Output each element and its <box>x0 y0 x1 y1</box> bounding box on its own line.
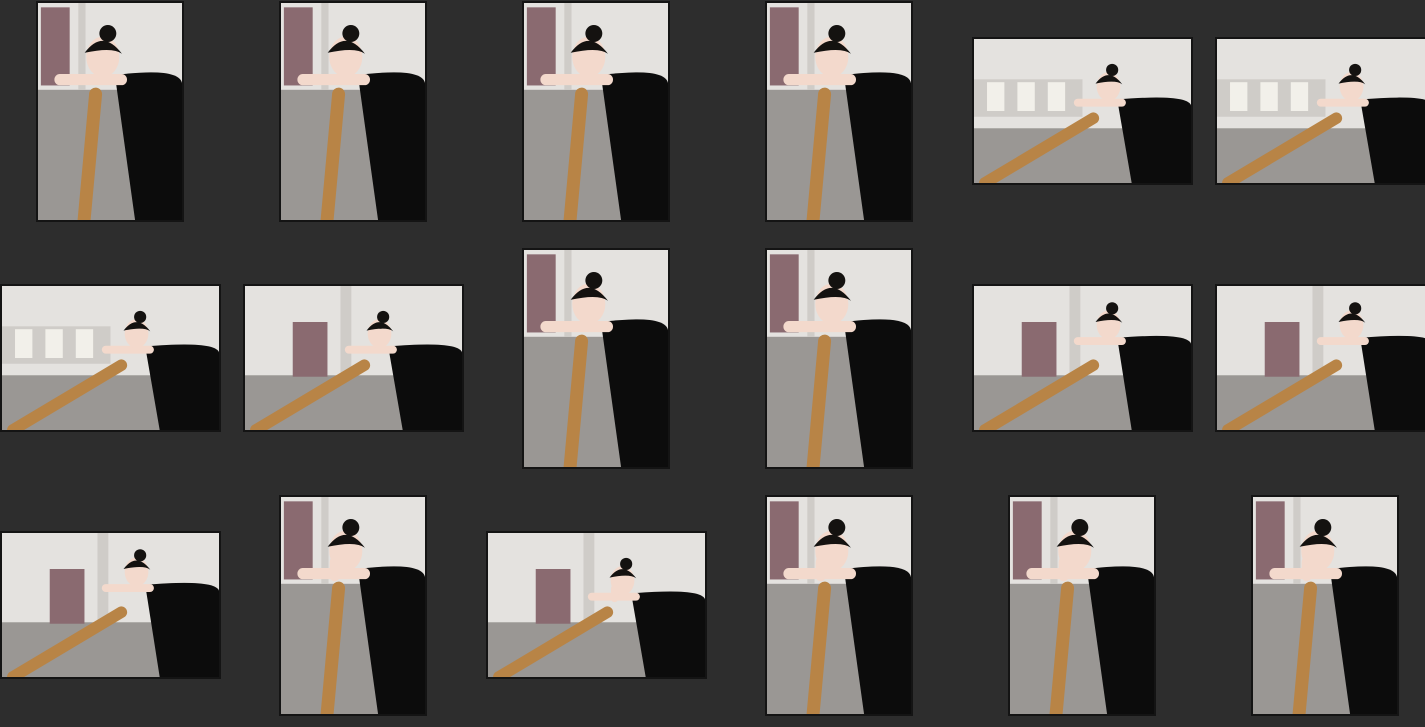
studio-door <box>769 501 799 580</box>
photo-thumbnail[interactable] <box>1215 284 1425 432</box>
studio-door <box>40 7 70 86</box>
photo-thumbnail[interactable] <box>36 1 184 222</box>
photo-image <box>1217 39 1425 183</box>
studio-door <box>769 7 799 86</box>
studio-window <box>987 82 1005 111</box>
studio-door <box>292 322 328 377</box>
studio-pillar <box>1069 286 1081 376</box>
photo-thumbnail[interactable] <box>765 248 913 469</box>
hair-bun <box>1314 519 1332 537</box>
photo-image <box>767 3 911 220</box>
studio-window <box>1260 82 1278 111</box>
photo-thumbnail[interactable] <box>486 531 707 679</box>
hair-bun <box>828 519 846 537</box>
photo-image <box>1217 286 1425 430</box>
studio-door <box>535 569 571 624</box>
photo-image <box>767 497 911 714</box>
photo-thumbnail[interactable] <box>1008 495 1156 716</box>
photo-thumbnail[interactable] <box>243 284 464 432</box>
folded-arms <box>297 74 370 86</box>
photo-image <box>524 250 668 467</box>
studio-window <box>1290 82 1309 111</box>
folded-arms <box>344 345 397 354</box>
studio-window <box>1017 82 1035 111</box>
photo-image <box>974 286 1191 430</box>
folded-arms <box>540 321 613 333</box>
studio-door <box>1021 322 1057 377</box>
photo-image <box>38 3 182 220</box>
photo-thumbnail[interactable] <box>1251 495 1399 716</box>
studio-pillar <box>1312 286 1324 376</box>
studio-door <box>1255 501 1285 580</box>
folded-arms <box>540 74 613 86</box>
folded-arms <box>101 345 154 354</box>
photo-thumbnail[interactable] <box>972 37 1193 185</box>
hair-bun <box>828 25 846 43</box>
folded-arms <box>783 74 856 86</box>
photo-thumbnail[interactable] <box>522 248 670 469</box>
photo-image <box>767 250 911 467</box>
photo-image <box>524 3 668 220</box>
photo-thumbnail[interactable] <box>0 531 221 679</box>
photo-image <box>1010 497 1154 714</box>
studio-door <box>49 569 85 624</box>
photo-thumbnail[interactable] <box>0 284 221 432</box>
hair-bun <box>1071 519 1089 537</box>
studio-window <box>15 329 33 358</box>
photo-image <box>281 497 425 714</box>
photo-thumbnail[interactable] <box>279 495 427 716</box>
hair-bun <box>1349 63 1362 77</box>
studio-pillar <box>340 286 352 376</box>
hair-bun <box>585 25 603 43</box>
hair-bun <box>134 549 147 562</box>
studio-door <box>526 7 556 86</box>
hair-bun <box>585 272 603 290</box>
hair-bun <box>1106 63 1119 77</box>
photo-thumbnail[interactable] <box>972 284 1193 432</box>
folded-arms <box>101 584 154 593</box>
photo-image <box>2 533 219 677</box>
photo-thumbnail[interactable] <box>765 495 913 716</box>
studio-door <box>526 254 556 333</box>
photo-image <box>2 286 219 430</box>
photo-image <box>974 39 1191 183</box>
hair-bun <box>1106 302 1119 315</box>
studio-window <box>45 329 63 358</box>
photo-image <box>488 533 705 677</box>
folded-arms <box>1073 98 1126 107</box>
folded-arms <box>783 321 856 333</box>
folded-arms <box>1316 98 1369 107</box>
hair-bun <box>99 25 117 43</box>
hair-bun <box>134 310 147 324</box>
photo-image <box>1253 497 1397 714</box>
studio-door <box>1012 501 1042 580</box>
photo-thumbnail[interactable] <box>1215 37 1425 185</box>
studio-door <box>1264 322 1300 377</box>
photo-thumbnail[interactable] <box>279 1 427 222</box>
folded-arms <box>54 74 127 86</box>
hair-bun <box>1349 302 1362 315</box>
photo-image <box>245 286 462 430</box>
hair-bun <box>620 557 633 571</box>
photo-image <box>281 3 425 220</box>
studio-window <box>1230 82 1248 111</box>
photo-grid <box>0 0 1425 727</box>
studio-door <box>283 7 313 86</box>
studio-door <box>769 254 799 333</box>
studio-window <box>75 329 94 358</box>
hair-bun <box>342 25 360 43</box>
photo-thumbnail[interactable] <box>765 1 913 222</box>
studio-window <box>1047 82 1066 111</box>
studio-door <box>283 501 313 580</box>
studio-pillar <box>583 533 595 623</box>
studio-pillar <box>97 533 109 623</box>
folded-arms <box>1316 337 1369 346</box>
hair-bun <box>377 310 390 324</box>
hair-bun <box>342 519 360 537</box>
hair-bun <box>828 272 846 290</box>
photo-thumbnail[interactable] <box>522 1 670 222</box>
folded-arms <box>1073 337 1126 346</box>
